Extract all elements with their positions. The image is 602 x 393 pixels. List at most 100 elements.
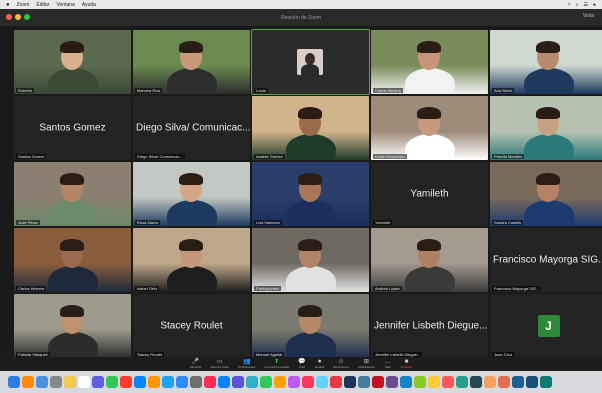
dock-app-icon[interactable] — [498, 376, 510, 388]
share-button[interactable]: ⬆ Compartir pantalla — [264, 359, 289, 369]
participant-tile[interactable]: J Juan Cruz — [490, 294, 602, 358]
apps-button[interactable]: ⊞ Aplicaciones — [358, 359, 375, 369]
participant-tile[interactable]: Fabiola Vásquez — [14, 294, 131, 358]
menu-item-edit[interactable]: Editar — [36, 2, 49, 8]
dock-app-icon[interactable] — [372, 376, 384, 388]
participant-tile[interactable]: Manuel Aguilar — [252, 294, 369, 358]
participant-body — [286, 266, 336, 292]
dock-app-icon[interactable] — [470, 376, 482, 388]
close-window-button[interactable] — [6, 14, 12, 20]
more-button[interactable]: … Más — [384, 359, 392, 369]
dock-app-icon[interactable] — [260, 376, 272, 388]
dock-app-icon[interactable] — [302, 376, 314, 388]
participant-tile[interactable]: Stacey Roulet Stacey Roulet — [133, 294, 250, 358]
record-button[interactable]: ⏺ Grabar — [315, 359, 324, 369]
dock-app-icon[interactable] — [134, 376, 146, 388]
minimize-window-button[interactable] — [15, 14, 21, 20]
reactions-button[interactable]: ☺ Reacciones — [333, 359, 349, 369]
participant-tile[interactable]: Carlos Medina — [371, 30, 488, 94]
dock-app-icon[interactable] — [316, 376, 328, 388]
dock-app-icon[interactable] — [36, 376, 48, 388]
menu-status-area: ≈ ⌕ ☰ ● — [568, 2, 596, 8]
dock-app-icon[interactable] — [50, 376, 62, 388]
dock-app-icon[interactable] — [78, 376, 90, 388]
participant-tile[interactable]: Roberto — [14, 30, 131, 94]
control-center-icon[interactable]: ☰ — [583, 2, 587, 8]
participant-tile[interactable]: Andrea López — [371, 228, 488, 292]
participant-tile[interactable]: Luis Martínez — [252, 162, 369, 226]
participant-tile[interactable]: Ana María — [490, 30, 602, 94]
dock-app-icon[interactable] — [22, 376, 34, 388]
dock-app-icon[interactable] — [176, 376, 188, 388]
search-icon[interactable]: ⌕ — [576, 2, 579, 8]
participant-name-label: Diego Silva/ Comunicac... — [135, 154, 185, 159]
participant-body — [301, 64, 319, 75]
fullscreen-window-button[interactable] — [24, 14, 30, 20]
dock-app-icon[interactable] — [232, 376, 244, 388]
participant-tile[interactable]: Jennifer Lisbeth Diegue... Jennifer Lisbe… — [371, 294, 488, 358]
participant-tile[interactable]: Andrés Gómez — [252, 96, 369, 160]
control-label: Reacciones — [333, 364, 349, 369]
chat-button[interactable]: 💬 Chat — [298, 359, 306, 369]
dock-app-icon[interactable] — [106, 376, 118, 388]
participant-tile[interactable]: Priscila Morales — [490, 96, 602, 160]
dock-app-icon[interactable] — [64, 376, 76, 388]
macos-menu-bar: ● Zoom Editar Ventana Ayuda ≈ ⌕ ☰ ● — [0, 0, 602, 9]
dock-app-icon[interactable] — [92, 376, 104, 388]
dock-app-icon[interactable] — [204, 376, 216, 388]
participant-tile[interactable]: Diego Silva/ Comunicac... Diego Silva/ Co… — [133, 96, 250, 160]
dock-app-icon[interactable] — [512, 376, 524, 388]
participant-hair — [179, 173, 203, 185]
dock-app-icon[interactable] — [218, 376, 230, 388]
dock-app-icon[interactable] — [386, 376, 398, 388]
participant-hair — [298, 239, 322, 251]
dock-app-icon[interactable] — [148, 376, 160, 388]
dock-app-icon[interactable] — [414, 376, 426, 388]
menu-item-help[interactable]: Ayuda — [82, 2, 96, 8]
dock-app-icon[interactable] — [330, 376, 342, 388]
dock-app-icon[interactable] — [456, 376, 468, 388]
dock-app-icon[interactable] — [162, 376, 174, 388]
dock-app-icon[interactable] — [540, 376, 552, 388]
dock-app-icon[interactable] — [400, 376, 412, 388]
wifi-icon[interactable]: ≈ — [568, 2, 571, 8]
participant-name-label: Participantes — [254, 286, 282, 291]
participant-tile[interactable]: José Pérez — [14, 162, 131, 226]
dock-app-icon[interactable] — [344, 376, 356, 388]
participants-button[interactable]: 👥 Participantes — [238, 359, 255, 369]
participant-tile[interactable]: Sandra Castillo — [490, 162, 602, 226]
participant-tile[interactable]: Yamileth Yamileth — [371, 162, 488, 226]
dock-app-icon[interactable] — [288, 376, 300, 388]
participant-display-name: Francisco Mayorga SIG... — [493, 254, 602, 266]
meeting-control-bar: 🎤 Silenciar ▭ Detener video 👥 Participantes ⬆ C… — [0, 357, 602, 370]
participant-tile[interactable]: Karla Hernández — [371, 96, 488, 160]
participant-tile[interactable]: Carlos Herrera — [14, 228, 131, 292]
participant-tile[interactable]: Santos Gomez Santos Gomez — [14, 96, 131, 160]
menu-item-app[interactable]: Zoom — [17, 2, 30, 8]
menu-item-window[interactable]: Ventana — [56, 2, 74, 8]
participant-tile[interactable]: Francisco Mayorga SIG... Francisco Mayorg… — [490, 228, 602, 292]
dock-app-icon[interactable] — [246, 376, 258, 388]
dock-app-icon[interactable] — [428, 376, 440, 388]
dock-app-icon[interactable] — [190, 376, 202, 388]
dock-app-icon[interactable] — [442, 376, 454, 388]
participant-name-label: Yamileth — [373, 220, 393, 225]
participant-tile[interactable]: Rosa María — [133, 162, 250, 226]
participant-tile[interactable]: Marcela Ruiz — [133, 30, 250, 94]
participant-tile[interactable]: Participantes — [252, 228, 369, 292]
dock-app-icon[interactable] — [274, 376, 286, 388]
dock-app-icon[interactable] — [8, 376, 20, 388]
siri-icon[interactable]: ● — [593, 2, 596, 8]
dock-app-icon[interactable] — [358, 376, 370, 388]
dock-app-icon[interactable] — [484, 376, 496, 388]
apple-icon[interactable]: ● — [6, 2, 10, 8]
mic-button[interactable]: 🎤 Silenciar — [190, 359, 202, 369]
end-button[interactable]: ■ Finalizar — [401, 359, 412, 369]
video-button[interactable]: ▭ Detener video — [210, 359, 229, 369]
participant-tile[interactable]: Isabel Ortiz — [133, 228, 250, 292]
view-toggle[interactable]: Vista — [583, 13, 594, 19]
dock-app-icon[interactable] — [120, 376, 132, 388]
dock-app-icon[interactable] — [526, 376, 538, 388]
participant-hair — [60, 173, 84, 185]
participant-tile[interactable]: Lucía — [251, 29, 370, 95]
